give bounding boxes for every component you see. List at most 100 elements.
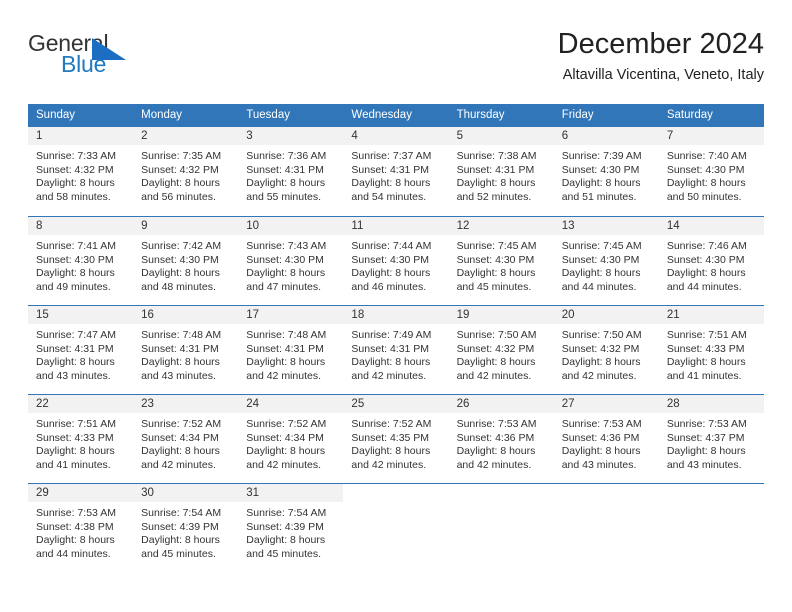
sunset-text: Sunset: 4:30 PM [141, 253, 219, 266]
brand-logo[interactable]: General Blue [28, 30, 188, 86]
daylight-text-line2: and 58 minutes. [36, 190, 111, 203]
day-details: Sunrise: 7:47 AM Sunset: 4:31 PM Dayligh… [28, 324, 133, 383]
day-details: Sunrise: 7:43 AM Sunset: 4:30 PM Dayligh… [238, 235, 343, 294]
day-number: 17 [238, 306, 344, 324]
day-number: 20 [553, 306, 659, 324]
daylight-text-line2: and 42 minutes. [246, 458, 321, 471]
sunset-text: Sunset: 4:36 PM [456, 431, 535, 444]
daylight-text-line2: and 47 minutes. [246, 280, 321, 293]
sunset-text: Sunset: 4:35 PM [351, 431, 430, 444]
daylight-text-line2: and 46 minutes. [351, 280, 427, 293]
sunrise-text: Sunrise: 7:53 AM [456, 418, 537, 430]
day-cell[interactable]: 1 Sunrise: 7:33 AM Sunset: 4:32 PM Dayli… [28, 127, 134, 216]
day-cell[interactable]: 25 Sunrise: 7:52 AM Sunset: 4:35 PM Dayl… [343, 395, 449, 483]
day-details: Sunrise: 7:53 AM Sunset: 4:38 PM Dayligh… [28, 502, 133, 561]
daylight-text-line2: and 42 minutes. [351, 458, 427, 471]
daylight-text-line1: Daylight: 8 hours [141, 177, 220, 190]
daylight-text-line1: Daylight: 8 hours [561, 356, 641, 369]
day-number: 6 [553, 127, 659, 145]
day-number: 22 [28, 395, 134, 413]
day-number: 15 [28, 306, 134, 324]
day-number: 14 [658, 217, 764, 235]
day-number: 4 [343, 127, 449, 145]
day-cell[interactable]: 8 Sunrise: 7:41 AM Sunset: 4:30 PM Dayli… [28, 217, 134, 305]
daylight-text-line1: Daylight: 8 hours [351, 356, 431, 369]
daylight-text-line2: and 50 minutes. [666, 190, 742, 203]
day-details: Sunrise: 7:35 AM Sunset: 4:32 PM Dayligh… [133, 145, 238, 204]
page-title: December 2024 [557, 28, 764, 60]
day-number [553, 484, 659, 502]
sunset-text: Sunset: 4:31 PM [456, 163, 535, 176]
day-cell[interactable]: 28 Sunrise: 7:53 AM Sunset: 4:37 PM Dayl… [658, 395, 764, 483]
weekday-header-saturday: Saturday [666, 109, 713, 121]
sunrise-text: Sunrise: 7:41 AM [36, 240, 116, 252]
sunrise-text: Sunrise: 7:53 AM [561, 418, 642, 430]
day-cell[interactable]: 3 Sunrise: 7:36 AM Sunset: 4:31 PM Dayli… [238, 127, 344, 216]
day-details: Sunrise: 7:41 AM Sunset: 4:30 PM Dayligh… [28, 235, 133, 294]
sunrise-text: Sunrise: 7:43 AM [246, 240, 327, 252]
day-cell[interactable]: 29 Sunrise: 7:53 AM Sunset: 4:38 PM Dayl… [28, 484, 134, 572]
day-cell[interactable]: 23 Sunrise: 7:52 AM Sunset: 4:34 PM Dayl… [133, 395, 239, 483]
day-number: 31 [238, 484, 344, 502]
weekday-header-friday: Friday [561, 109, 594, 121]
day-cell[interactable]: 2 Sunrise: 7:35 AM Sunset: 4:32 PM Dayli… [133, 127, 239, 216]
day-number: 2 [133, 127, 239, 145]
day-cell[interactable]: 6 Sunrise: 7:39 AM Sunset: 4:30 PM Dayli… [553, 127, 659, 216]
day-number [343, 484, 449, 502]
sunrise-text: Sunrise: 7:47 AM [36, 329, 116, 341]
daylight-text-line2: and 52 minutes. [456, 190, 532, 203]
day-cell[interactable]: 11 Sunrise: 7:44 AM Sunset: 4:30 PM Dayl… [343, 217, 449, 305]
brand-name-blue: Blue [61, 51, 107, 77]
day-cell[interactable]: 14 Sunrise: 7:46 AM Sunset: 4:30 PM Dayl… [658, 217, 764, 305]
daylight-text-line1: Daylight: 8 hours [666, 267, 746, 280]
day-number: 18 [343, 306, 449, 324]
day-cell[interactable]: 27 Sunrise: 7:53 AM Sunset: 4:36 PM Dayl… [553, 395, 659, 483]
day-cell[interactable]: 18 Sunrise: 7:49 AM Sunset: 4:31 PM Dayl… [343, 306, 449, 394]
sunset-text: Sunset: 4:30 PM [246, 253, 324, 266]
daylight-text-line1: Daylight: 8 hours [456, 177, 536, 190]
day-cell[interactable]: 22 Sunrise: 7:51 AM Sunset: 4:33 PM Dayl… [28, 395, 134, 483]
day-details: Sunrise: 7:40 AM Sunset: 4:30 PM Dayligh… [659, 145, 764, 204]
day-cell[interactable]: 26 Sunrise: 7:53 AM Sunset: 4:36 PM Dayl… [448, 395, 554, 483]
day-cell[interactable]: 15 Sunrise: 7:47 AM Sunset: 4:31 PM Dayl… [28, 306, 134, 394]
daylight-text-line1: Daylight: 8 hours [246, 356, 326, 369]
day-number: 7 [658, 127, 764, 145]
day-number: 10 [238, 217, 344, 235]
day-details: Sunrise: 7:53 AM Sunset: 4:37 PM Dayligh… [659, 413, 764, 472]
day-cell[interactable]: 7 Sunrise: 7:40 AM Sunset: 4:30 PM Dayli… [658, 127, 764, 216]
day-cell[interactable]: 13 Sunrise: 7:45 AM Sunset: 4:30 PM Dayl… [553, 217, 659, 305]
day-cell[interactable]: 24 Sunrise: 7:52 AM Sunset: 4:34 PM Dayl… [238, 395, 344, 483]
title-block: December 2024 Altavilla Vicentina, Venet… [558, 26, 764, 84]
day-cell[interactable]: 19 Sunrise: 7:50 AM Sunset: 4:32 PM Dayl… [448, 306, 554, 394]
day-details: Sunrise: 7:38 AM Sunset: 4:31 PM Dayligh… [449, 145, 554, 204]
weekday-header-row: Sunday Monday Tuesday Wednesday Thursday… [28, 104, 764, 127]
sunset-text: Sunset: 4:31 PM [141, 342, 219, 355]
daylight-text-line1: Daylight: 8 hours [36, 267, 115, 280]
day-cell[interactable]: 4 Sunrise: 7:37 AM Sunset: 4:31 PM Dayli… [343, 127, 449, 216]
sunrise-text: Sunrise: 7:40 AM [666, 150, 747, 162]
day-cell[interactable]: 12 Sunrise: 7:45 AM Sunset: 4:30 PM Dayl… [448, 217, 554, 305]
day-cell[interactable]: 10 Sunrise: 7:43 AM Sunset: 4:30 PM Dayl… [238, 217, 344, 305]
sunrise-text: Sunrise: 7:52 AM [246, 418, 327, 430]
sunrise-text: Sunrise: 7:35 AM [141, 150, 222, 162]
sunset-text: Sunset: 4:30 PM [456, 253, 535, 266]
daylight-text-line1: Daylight: 8 hours [246, 445, 326, 458]
day-details: Sunrise: 7:50 AM Sunset: 4:32 PM Dayligh… [449, 324, 554, 383]
sunrise-text: Sunrise: 7:49 AM [351, 329, 432, 341]
day-details: Sunrise: 7:48 AM Sunset: 4:31 PM Dayligh… [238, 324, 343, 383]
sunrise-text: Sunrise: 7:52 AM [351, 418, 432, 430]
day-cell[interactable]: 17 Sunrise: 7:48 AM Sunset: 4:31 PM Dayl… [238, 306, 344, 394]
sunrise-text: Sunrise: 7:46 AM [666, 240, 747, 252]
day-cell[interactable]: 30 Sunrise: 7:54 AM Sunset: 4:39 PM Dayl… [133, 484, 239, 572]
daylight-text-line2: and 42 minutes. [141, 458, 216, 471]
day-number: 1 [28, 127, 134, 145]
sunset-text: Sunset: 4:31 PM [351, 163, 430, 176]
day-cell[interactable]: 16 Sunrise: 7:48 AM Sunset: 4:31 PM Dayl… [133, 306, 239, 394]
sunrise-text: Sunrise: 7:53 AM [36, 507, 116, 519]
day-cell[interactable]: 5 Sunrise: 7:38 AM Sunset: 4:31 PM Dayli… [448, 127, 554, 216]
sunrise-text: Sunrise: 7:39 AM [561, 150, 642, 162]
day-cell[interactable]: 31 Sunrise: 7:54 AM Sunset: 4:39 PM Dayl… [238, 484, 344, 572]
day-cell[interactable]: 9 Sunrise: 7:42 AM Sunset: 4:30 PM Dayli… [133, 217, 239, 305]
day-cell[interactable]: 20 Sunrise: 7:50 AM Sunset: 4:32 PM Dayl… [553, 306, 659, 394]
day-cell[interactable]: 21 Sunrise: 7:51 AM Sunset: 4:33 PM Dayl… [658, 306, 764, 394]
